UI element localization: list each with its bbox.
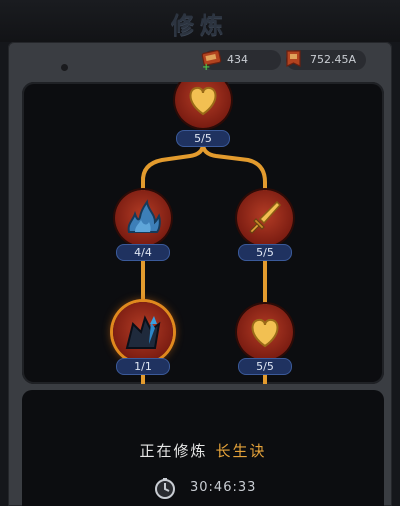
spike-icon	[125, 315, 161, 349]
scroll-icon	[286, 50, 301, 67]
skill-count: 5/5	[238, 244, 292, 261]
timer-value: 30:46:33	[190, 480, 257, 495]
title-bar: 修炼	[0, 0, 400, 42]
skill-node-left-bottom[interactable]	[113, 302, 173, 362]
skill-node-top[interactable]	[175, 82, 231, 128]
page-title: 修炼	[171, 12, 229, 39]
svg-text:+: +	[202, 62, 210, 71]
skill-node-right-bottom[interactable]	[237, 304, 293, 360]
skill-node-right-mid[interactable]	[237, 190, 293, 246]
skill-count: 5/5	[176, 130, 230, 147]
skill-count: 4/4	[116, 244, 170, 261]
flame-icon	[127, 199, 161, 233]
resource-scroll-plus: + 434	[201, 50, 281, 71]
sword-icon	[249, 200, 282, 234]
cultivation-status: 正在修炼 长生诀	[22, 440, 384, 461]
skill-count: 5/5	[238, 358, 292, 375]
skill-node-left-mid[interactable]	[115, 190, 171, 246]
resource-value: 752.45A	[310, 53, 357, 66]
skill-count: 1/1	[116, 358, 170, 375]
current-skill-name: 长生诀	[215, 442, 267, 460]
skill-tree: 5/5 4/4 5/5 1/1 5/5	[22, 82, 384, 384]
heart-icon	[251, 318, 279, 348]
status-label: 正在修炼	[139, 442, 208, 460]
cultivation-status-panel: 正在修炼 长生诀 30:46:33	[22, 390, 384, 506]
scroll-plus-icon: +	[201, 50, 222, 71]
resource-value: 434	[227, 53, 248, 66]
panel-rivet	[61, 64, 68, 71]
heart-icon	[189, 86, 217, 116]
resource-scroll: 752.45A	[286, 50, 366, 70]
clock-icon	[155, 478, 175, 499]
